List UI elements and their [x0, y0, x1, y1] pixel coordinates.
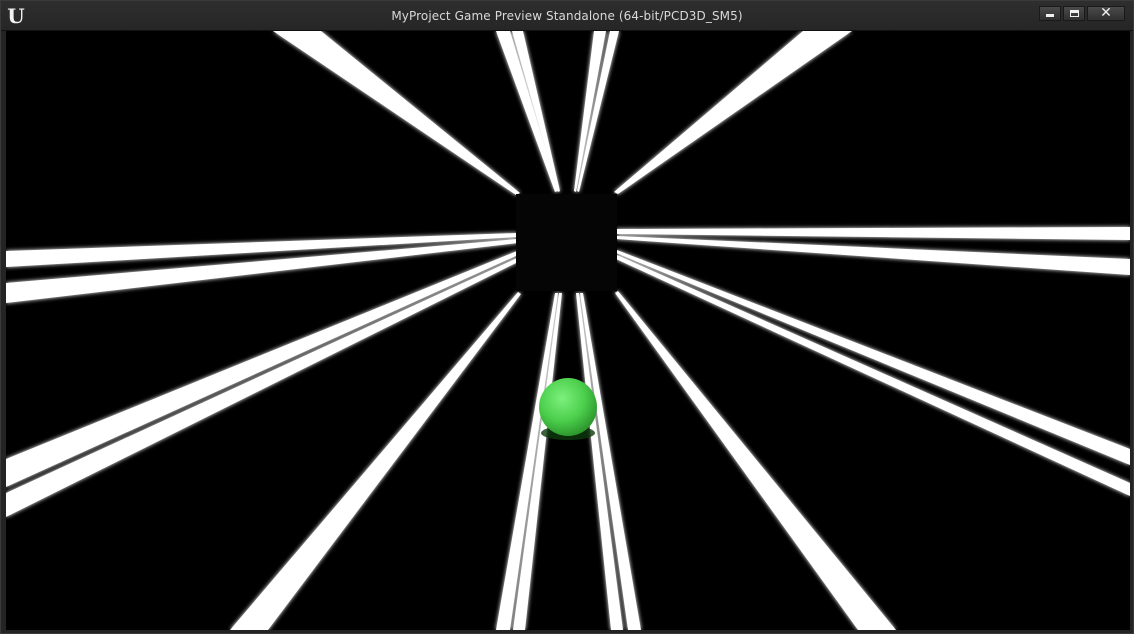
minimize-button[interactable]: [1039, 6, 1061, 21]
minimize-icon: [1046, 14, 1054, 17]
game-window: U MyProject Game Preview Standalone (64-…: [0, 0, 1134, 634]
close-button[interactable]: ✕: [1087, 6, 1125, 21]
tunnel-center: [516, 194, 617, 291]
maximize-button[interactable]: [1063, 6, 1085, 21]
game-viewport[interactable]: [6, 31, 1130, 630]
close-icon: ✕: [1100, 5, 1112, 21]
maximize-icon: [1069, 10, 1079, 17]
title-bar[interactable]: U MyProject Game Preview Standalone (64-…: [1, 1, 1133, 31]
scene-background: [6, 31, 1130, 630]
window-title: MyProject Game Preview Standalone (64-bi…: [391, 9, 743, 23]
window-controls: ✕: [1039, 6, 1125, 21]
scene-canvas: [6, 31, 1130, 630]
green-ball: [539, 378, 597, 436]
